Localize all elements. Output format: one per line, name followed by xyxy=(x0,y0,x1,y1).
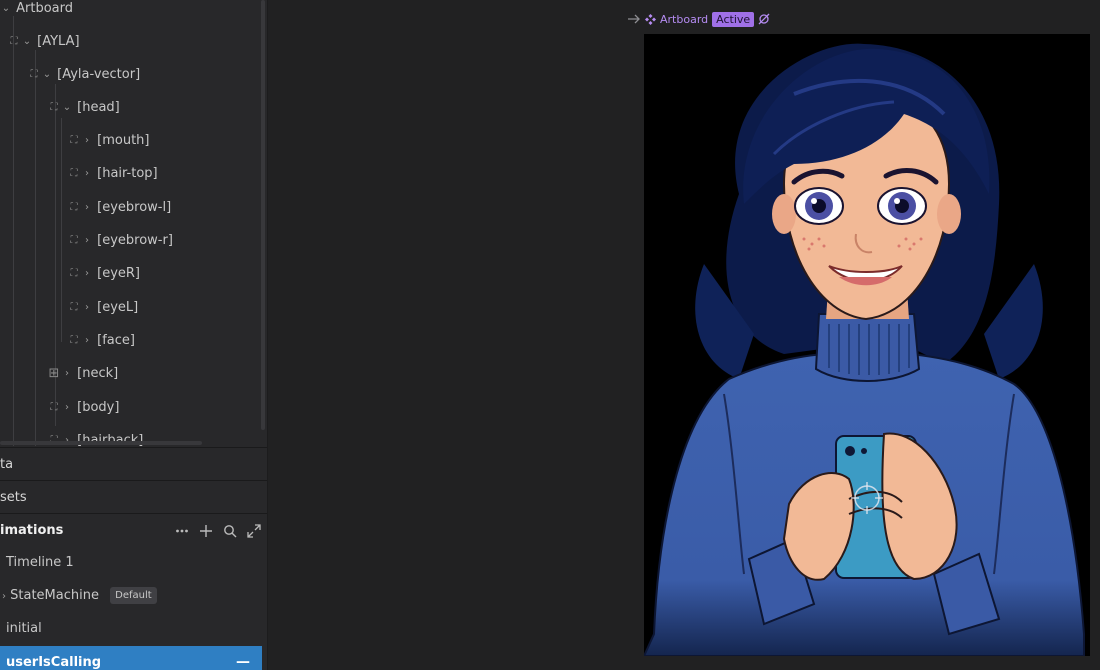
tree-item-label: [body] xyxy=(77,400,120,415)
collapse-icon[interactable]: — xyxy=(236,646,250,670)
more-icon[interactable] xyxy=(175,524,189,538)
group-icon: ⛶ xyxy=(70,202,78,213)
tree-item-neck[interactable]: ⊞ › [neck] xyxy=(47,357,119,390)
tree-guide-line xyxy=(35,50,36,446)
default-badge: Default xyxy=(110,587,157,604)
group-icon: ⛶ xyxy=(70,135,78,146)
animation-item-initial[interactable]: initial xyxy=(0,612,262,645)
chevron-right-icon[interactable]: › xyxy=(61,391,73,424)
tree-guide-line xyxy=(61,118,62,342)
animations-panel-title: imations xyxy=(0,523,64,538)
tree-item-label: Artboard xyxy=(16,1,74,16)
data-panel-title: ta xyxy=(0,457,14,472)
tree-item-ayla[interactable]: ⛶ ⌄ [AYLA] xyxy=(7,25,80,58)
tree-item-label: [neck] xyxy=(77,366,119,381)
tree-item-body[interactable]: ⛶ › [body] xyxy=(47,391,120,424)
data-panel-header[interactable]: ta xyxy=(0,447,267,481)
group-icon: ⛶ xyxy=(10,36,18,47)
tree-scrollbar-vertical[interactable] xyxy=(261,0,265,430)
hierarchy-tree: ⌄ Artboard ⛶ ⌄ [AYLA] ⛶ ⌄ [Ayla-vector] ⛶ ⌄… xyxy=(0,0,267,446)
link-off-icon[interactable] xyxy=(758,13,770,25)
group-icon: ⛶ xyxy=(30,69,38,80)
tree-item-label: [head] xyxy=(77,100,120,115)
tree-item-label: [eyeL] xyxy=(97,300,139,315)
animation-item-user-is-calling[interactable]: userIsCalling — xyxy=(0,646,262,670)
chevron-right-icon[interactable]: › xyxy=(81,157,93,190)
animation-item-state-machine[interactable]: › StateMachine Default xyxy=(0,579,262,612)
tree-item-eye-r[interactable]: ⛶ › [eyeR] xyxy=(67,257,141,290)
add-icon[interactable] xyxy=(199,524,213,538)
animation-label: userIsCalling xyxy=(6,655,102,670)
arrow-right-icon xyxy=(628,14,640,24)
group-icon: ⛶ xyxy=(50,402,58,413)
group-icon: ⛶ xyxy=(50,102,58,113)
group-icon: ⛶ xyxy=(70,268,78,279)
chevron-right-icon[interactable]: › xyxy=(81,291,93,324)
tree-item-label: [eyebrow-r] xyxy=(97,233,173,248)
left-panel: ⌄ Artboard ⛶ ⌄ [AYLA] ⛶ ⌄ [Ayla-vector] ⛶ ⌄… xyxy=(0,0,268,670)
artboard[interactable] xyxy=(644,34,1090,656)
chevron-down-icon[interactable]: ⌄ xyxy=(21,25,33,58)
chevron-right-icon[interactable]: › xyxy=(81,324,93,357)
artboard-name: Artboard xyxy=(660,12,709,26)
animation-item-timeline[interactable]: Timeline 1 xyxy=(0,546,262,579)
tree-item-hair-top[interactable]: ⛶ › [hair-top] xyxy=(67,157,158,190)
component-icon: ⊞ xyxy=(48,366,60,381)
chevron-right-icon[interactable]: › xyxy=(81,124,93,157)
chevron-down-icon[interactable]: ⌄ xyxy=(61,91,73,124)
animations-panel-header: imations xyxy=(0,513,267,547)
tree-item-eyebrow-r[interactable]: ⛶ › [eyebrow-r] xyxy=(67,224,173,257)
artboard-label-bar[interactable]: Artboard Active xyxy=(628,9,770,29)
chevron-right-icon[interactable]: › xyxy=(81,257,93,290)
tree-item-label: [mouth] xyxy=(97,133,150,148)
group-icon: ⛶ xyxy=(70,168,78,179)
active-badge: Active xyxy=(712,11,755,27)
chevron-right-icon[interactable]: › xyxy=(61,357,73,390)
artboard-icon xyxy=(645,13,656,25)
animations-toolbar xyxy=(175,514,261,547)
tree-scrollbar-horizontal[interactable] xyxy=(0,441,202,445)
chevron-right-icon[interactable]: › xyxy=(2,591,6,602)
expand-icon[interactable] xyxy=(247,523,261,538)
tree-item-artboard[interactable]: ⌄ Artboard xyxy=(0,0,73,25)
animation-label: initial xyxy=(6,621,42,636)
character-illustration xyxy=(644,43,1085,656)
assets-panel-header[interactable]: sets xyxy=(0,480,267,514)
tree-item-face[interactable]: ⛶ › [face] xyxy=(67,324,135,357)
animation-label: Timeline 1 xyxy=(6,555,74,570)
tree-item-label: [eyeR] xyxy=(97,266,141,281)
tree-item-eye-l[interactable]: ⛶ › [eyeL] xyxy=(67,291,139,324)
tree-item-mouth[interactable]: ⛶ › [mouth] xyxy=(67,124,150,157)
chevron-right-icon[interactable]: › xyxy=(81,191,93,224)
tree-item-head[interactable]: ⛶ ⌄ [head] xyxy=(47,91,120,124)
tree-item-label: [AYLA] xyxy=(37,34,80,49)
tree-item-ayla-vector[interactable]: ⛶ ⌄ [Ayla-vector] xyxy=(27,58,141,91)
search-icon[interactable] xyxy=(223,524,237,538)
group-icon: ⛶ xyxy=(70,302,78,313)
animation-label: StateMachine xyxy=(10,588,99,603)
animations-list: Timeline 1 › StateMachine Default initia… xyxy=(0,546,262,670)
chevron-right-icon[interactable]: › xyxy=(81,224,93,257)
group-icon: ⛶ xyxy=(70,235,78,246)
chevron-down-icon[interactable]: ⌄ xyxy=(0,0,12,25)
tree-item-eyebrow-l[interactable]: ⛶ › [eyebrow-l] xyxy=(67,191,172,224)
tree-item-label: [Ayla-vector] xyxy=(57,67,141,82)
chevron-down-icon[interactable]: ⌄ xyxy=(41,58,53,91)
tree-item-label: [face] xyxy=(97,333,135,348)
tree-item-label: [hair-top] xyxy=(97,166,158,181)
group-icon: ⛶ xyxy=(70,335,78,346)
assets-panel-title: sets xyxy=(0,490,27,505)
tree-item-label: [eyebrow-l] xyxy=(97,200,172,215)
tree-guide-line xyxy=(13,16,14,446)
